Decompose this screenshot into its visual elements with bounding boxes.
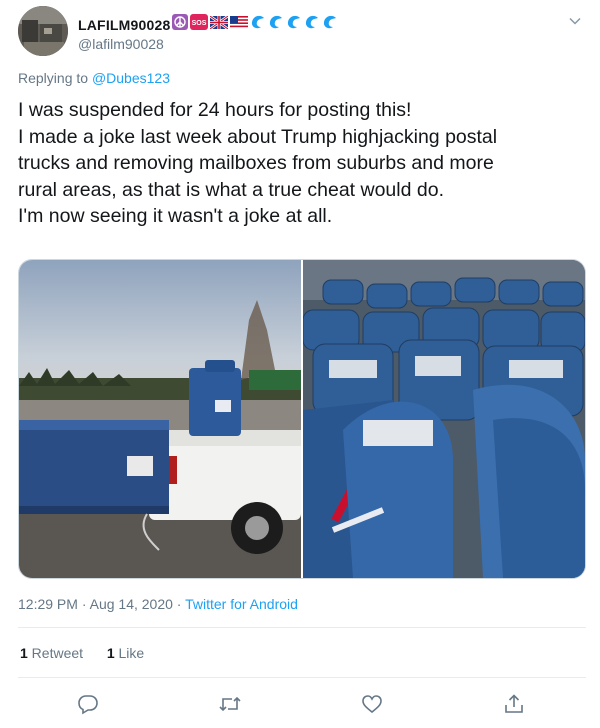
tweet-text-line: rural areas, as that is what a true chea…	[18, 178, 444, 201]
tweet-text: I was suspended for 24 hours for posting…	[18, 97, 588, 230]
retweets-count: 1	[20, 645, 28, 661]
likes-label: Like	[114, 645, 145, 661]
tweet-stats: 1 Retweet 1 Like	[20, 645, 144, 661]
sos-icon: SOS	[190, 14, 209, 35]
likes-stat[interactable]: 1 Like	[107, 645, 144, 661]
meta-separator: ·	[77, 596, 90, 612]
user-handle[interactable]: @lafilm90028	[78, 36, 164, 52]
retweet-icon[interactable]	[214, 688, 246, 720]
tweet-text-line: I was suspended for 24 hours for posting…	[18, 99, 412, 121]
tweet-time[interactable]: 12:29 PM	[18, 596, 78, 612]
tweet-text-line: I made a joke last week about Trump high…	[18, 125, 498, 148]
uk-flag-icon	[209, 14, 230, 34]
name-row: LAFILM90028 SOS	[78, 14, 338, 35]
wave-icon	[304, 14, 320, 35]
wave-icon	[322, 14, 338, 35]
wave-icon	[250, 14, 266, 35]
meta-separator: ·	[172, 596, 186, 612]
tweet-meta: 12:29 PM · Aug 14, 2020 · Twitter for An…	[18, 596, 298, 612]
tweet-text-line: I'm now seeing it wasn't a joke at all.	[18, 205, 333, 227]
sos-badge-text: SOS	[192, 20, 207, 27]
tweet-header: LAFILM90028 SOS @lafilm90028	[18, 6, 588, 58]
tweet-date[interactable]: Aug 14, 2020	[90, 596, 173, 612]
photo-collection-boxes[interactable]	[302, 260, 585, 578]
wave-icon	[286, 14, 302, 35]
retweets-stat[interactable]: 1 Retweet	[20, 645, 83, 661]
reply-icon[interactable]	[72, 688, 104, 720]
wave-icon	[268, 14, 284, 35]
display-name[interactable]: LAFILM90028	[78, 17, 170, 33]
us-flag-icon	[230, 15, 249, 34]
action-bar	[0, 688, 600, 720]
reply-to-link[interactable]: @Dubes123	[92, 70, 170, 86]
reply-context: Replying to @Dubes123	[18, 70, 170, 86]
peace-icon	[172, 14, 189, 35]
share-icon[interactable]	[498, 688, 530, 720]
chevron-down-icon[interactable]	[568, 14, 582, 28]
photo-truck-mailboxes[interactable]	[19, 260, 301, 578]
reply-prefix: Replying to	[18, 70, 92, 86]
divider	[18, 677, 586, 678]
likes-count: 1	[106, 645, 115, 661]
tweet-text-line: trucks and removing mailboxes from subur…	[18, 152, 494, 174]
tweet-source-link[interactable]: Twitter for Android	[185, 596, 298, 612]
media-grid	[18, 259, 586, 579]
divider	[18, 627, 586, 628]
retweets-label: Retweet	[27, 645, 84, 661]
like-icon[interactable]	[356, 688, 388, 720]
avatar[interactable]	[18, 6, 68, 56]
